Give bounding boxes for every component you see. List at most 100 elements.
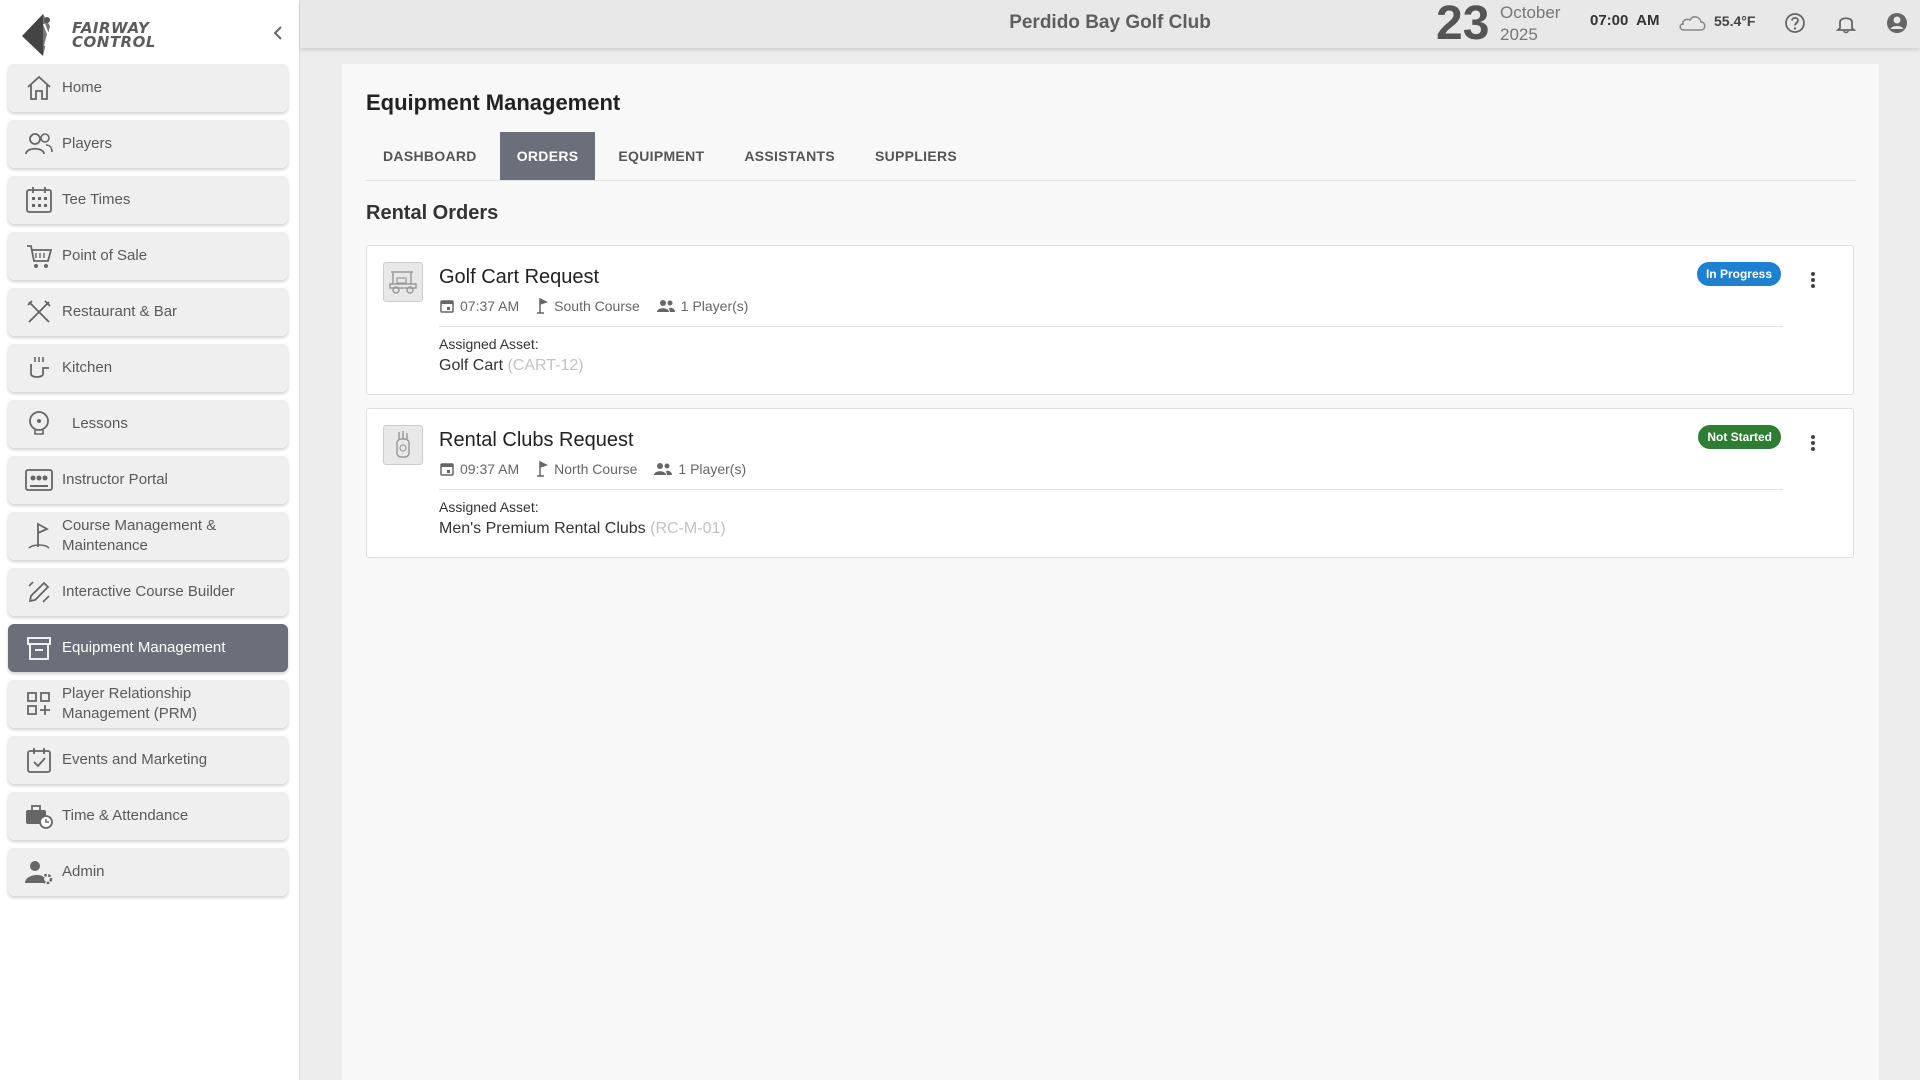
sidebar-item-course-builder[interactable]: Interactive Course Builder: [8, 568, 288, 616]
section-title: Rental Orders: [366, 202, 499, 224]
flag-icon: [24, 521, 54, 551]
players-icon: [24, 129, 54, 159]
order-divider: [439, 326, 1783, 327]
golf-bag-icon: [396, 431, 410, 458]
calendar-grid-icon: [24, 185, 54, 215]
sidebar-item-players[interactable]: Players: [8, 120, 288, 168]
lightbulb-icon: [24, 409, 54, 439]
order-course: North Course: [535, 461, 637, 477]
asset-code: (RC-M-01): [650, 520, 726, 537]
page-title: Equipment Management: [366, 90, 621, 115]
sidebar-item-lessons[interactable]: Lessons: [8, 400, 288, 448]
assigned-asset: Men's Premium Rental Clubs (RC-M-01): [439, 520, 726, 538]
sidebar-item-label: Player Relationship Management (PRM): [62, 685, 198, 722]
assigned-asset-label: Assigned Asset:: [439, 499, 539, 515]
golf-cart-icon: [389, 271, 417, 294]
golf-flag-icon: [537, 461, 549, 477]
order-time-text: 09:37 AM: [460, 461, 520, 477]
kebab-menu-icon: [1811, 272, 1815, 288]
sidebar-nav: Home Players Tee Times Point of Sale Res…: [8, 64, 288, 904]
sidebar-item-events-marketing[interactable]: Events and Marketing: [8, 736, 288, 784]
assigned-asset: Golf Cart (CART-12): [439, 357, 584, 375]
sidebar-item-point-of-sale[interactable]: Point of Sale: [8, 232, 288, 280]
sidebar-item-label: Equipment Management: [62, 639, 226, 656]
sidebar-item-time-attendance[interactable]: Time & Attendance: [8, 792, 288, 840]
tab-orders[interactable]: ORDERS: [499, 132, 596, 180]
order-title: Golf Cart Request: [439, 266, 600, 288]
sidebar-item-label: Time & Attendance: [62, 807, 189, 824]
instructor-icon: [24, 465, 54, 495]
sidebar-item-instructor-portal[interactable]: Instructor Portal: [8, 456, 288, 504]
tab-assistants[interactable]: ASSISTANTS: [727, 132, 852, 180]
calendar-icon: [440, 463, 454, 476]
sidebar-item-prm[interactable]: Player Relationship Management (PRM): [8, 680, 288, 728]
collapse-sidebar-button[interactable]: [268, 20, 288, 46]
sidebar-item-label: Events and Marketing: [62, 751, 208, 768]
sidebar-item-label: Kitchen: [62, 359, 113, 376]
order-menu-button[interactable]: [1803, 431, 1823, 455]
order-card[interactable]: Rental Clubs Request 09:37 AM North Cour…: [366, 408, 1854, 558]
user-gear-icon: [24, 857, 54, 887]
tab-equipment[interactable]: EQUIPMENT: [601, 132, 721, 180]
briefcase-clock-icon: [24, 801, 54, 831]
tab-bar: DASHBOARD ORDERS EQUIPMENT ASSISTANTS SU…: [366, 132, 980, 180]
asset-code: (CART-12): [507, 357, 584, 374]
order-time-text: 07:37 AM: [460, 298, 520, 314]
golf-cart-thumbnail: [383, 262, 423, 302]
tabs-divider: [366, 180, 1856, 181]
order-players-text: 1 Player(s): [680, 298, 749, 314]
date-month: October: [1500, 3, 1561, 22]
top-bar: Perdido Bay Golf Club 23 October 2025 07…: [300, 0, 1920, 48]
sidebar-item-label: Tee Times: [62, 191, 131, 208]
order-menu-button[interactable]: [1803, 268, 1823, 292]
order-course-text: North Course: [554, 461, 638, 477]
date-month-year: October 2025: [1500, 2, 1560, 46]
sidebar-item-admin[interactable]: Admin: [8, 848, 288, 896]
calendar-icon: [440, 300, 454, 313]
sidebar-item-label: Lessons: [72, 415, 128, 432]
logo[interactable]: FAIRWAY CONTROL: [20, 10, 156, 60]
sidebar-item-course-management[interactable]: Course Management & Maintenance: [8, 512, 288, 560]
utensils-icon: [24, 297, 54, 327]
notifications-button[interactable]: [1833, 10, 1859, 36]
sidebar-item-kitchen[interactable]: Kitchen: [8, 344, 288, 392]
group-icon: [654, 463, 673, 475]
sidebar-item-equipment-management[interactable]: Equipment Management: [8, 624, 288, 672]
archive-box-icon: [24, 633, 54, 663]
order-title: Rental Clubs Request: [439, 429, 634, 451]
order-time: 09:37 AM: [439, 461, 519, 477]
order-course-text: South Course: [554, 298, 640, 314]
asset-name: Men's Premium Rental Clubs: [439, 520, 646, 537]
order-divider: [439, 489, 1783, 490]
temperature: 55.4°F: [1714, 13, 1756, 29]
kitchen-icon: [24, 353, 54, 383]
account-circle-icon: [1887, 13, 1907, 33]
kebab-menu-icon: [1811, 435, 1815, 451]
chevron-left-icon: [273, 26, 282, 40]
current-time: 07:00 AM: [1590, 12, 1660, 29]
rental-clubs-thumbnail: [383, 425, 423, 465]
sidebar-item-home[interactable]: Home: [8, 64, 288, 112]
sidebar-item-label: Course Management & Maintenance: [62, 517, 217, 554]
order-meta: 07:37 AM South Course 1 Player(s): [439, 298, 764, 314]
cart-icon: [24, 241, 54, 271]
tab-suppliers[interactable]: SUPPLIERS: [858, 132, 974, 180]
golf-flag-icon: [537, 298, 549, 314]
sidebar-item-tee-times[interactable]: Tee Times: [8, 176, 288, 224]
logo-line-2: CONTROL: [72, 33, 156, 51]
date-day: 23: [1436, 0, 1490, 50]
tab-dashboard[interactable]: DASHBOARD: [366, 132, 494, 180]
sidebar-item-restaurant-bar[interactable]: Restaurant & Bar: [8, 288, 288, 336]
sidebar-item-label: Instructor Portal: [62, 471, 168, 488]
help-button[interactable]: [1782, 10, 1808, 36]
sidebar-item-label: Point of Sale: [62, 247, 148, 264]
status-badge: Not Started: [1698, 425, 1781, 449]
group-icon: [656, 300, 675, 312]
order-card[interactable]: Golf Cart Request 07:37 AM South Course …: [366, 245, 1854, 395]
sidebar: FAIRWAY CONTROL Home Players Tee Times P…: [0, 0, 300, 1080]
status-badge: In Progress: [1696, 262, 1781, 286]
cloud-icon: [1676, 10, 1708, 39]
sidebar-item-label: Restaurant & Bar: [62, 303, 178, 320]
account-button[interactable]: [1884, 10, 1910, 36]
main-content: Equipment Management DASHBOARD ORDERS EQ…: [342, 64, 1879, 1080]
